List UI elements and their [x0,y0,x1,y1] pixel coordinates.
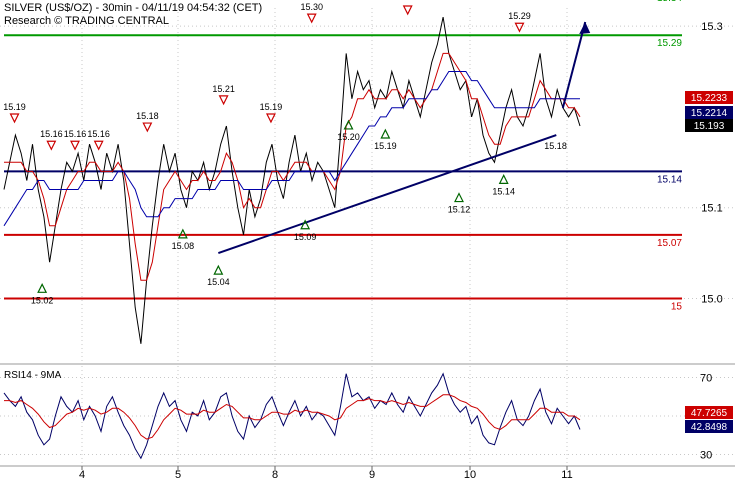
rsi-y-tick-label: 70 [700,373,712,385]
trendline-label: 15.18 [544,141,567,151]
price-tag-value: 15.2214 [691,108,728,119]
x-tick-label: 9 [369,469,375,480]
pivot-low-label: 15.09 [294,232,317,242]
level-label: 15.14 [657,174,682,185]
x-tick-label: 4 [79,469,85,480]
pivot-high-label: 15.19 [260,102,283,112]
x-tick-label: 10 [464,469,476,480]
pivot-low-label: 15.04 [207,277,230,287]
x-tick-label: 8 [272,469,278,480]
rsi-tag-value: 47.7265 [691,408,728,419]
level-label: 15 [671,301,683,312]
chart-background [0,0,735,480]
chart-subtitle: Research © TRADING CENTRAL [4,15,169,27]
x-tick-label: 11 [561,469,572,480]
pivot-high-label: 15.21 [212,84,235,94]
pivot-low-label: 15.08 [172,241,195,251]
pivot-high-label: 15.30 [300,2,323,12]
rsi-tag-value: 42.8498 [691,422,728,433]
rsi-title: RSI14 - 9MA [4,370,62,381]
pivot-high-label: 15.16 [87,129,110,139]
pivot-low-label: 15.19 [374,141,397,151]
price-chart: 15.3415.2915.1415.0715 15.18 15.1915.161… [0,0,735,480]
price-tag-value: 15.2233 [691,93,728,104]
price-tag-value: 15.193 [694,121,725,132]
pivot-high-label: 15.19 [3,102,26,112]
pivot-low-label: 15.02 [31,295,54,305]
y-tick-label: 15.1 [701,203,722,215]
level-label: 15.34 [657,0,682,4]
rsi-y-tick-label: 30 [700,449,712,461]
pivot-low-label: 15.12 [448,205,471,215]
pivot-high-label: 15.16 [64,129,87,139]
x-tick-label: 5 [175,469,181,480]
pivot-high-label: 15.29 [508,11,531,21]
pivot-high-label: 15.18 [136,111,159,121]
y-tick-label: 15.0 [701,293,722,305]
pivot-low-label: 15.20 [337,132,360,142]
level-label: 15.07 [657,238,682,249]
y-tick-label: 15.3 [701,21,722,33]
level-label: 15.29 [657,38,682,49]
pivot-low-label: 15.14 [492,186,515,196]
pivot-high-label: 15.16 [40,129,63,139]
chart-title: SILVER (US$/OZ) - 30min - 04/11/19 04:54… [4,2,262,14]
